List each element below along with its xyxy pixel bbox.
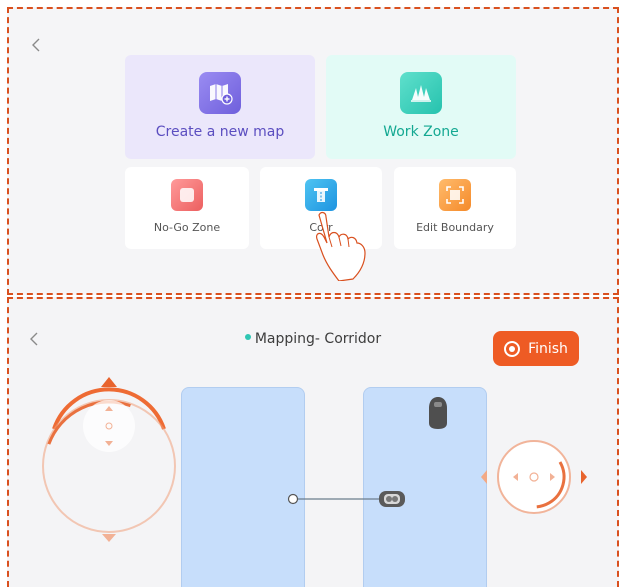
work-zone-label: Work Zone bbox=[383, 124, 459, 140]
back-button[interactable] bbox=[27, 35, 47, 55]
corridor-label: Corr bbox=[309, 221, 333, 234]
finish-button[interactable]: Finish bbox=[493, 331, 579, 366]
mower-robot-icon bbox=[379, 491, 405, 507]
work-zone-card[interactable]: Work Zone bbox=[326, 55, 516, 159]
chevron-left-icon bbox=[32, 38, 40, 52]
create-map-label: Create a new map bbox=[155, 124, 285, 140]
edit-boundary-card[interactable]: Edit Boundary bbox=[394, 167, 516, 249]
no-go-zone-card[interactable]: No-Go Zone bbox=[125, 167, 249, 249]
grass-icon bbox=[400, 72, 442, 114]
square-icon bbox=[171, 179, 203, 211]
movement-joystick[interactable] bbox=[39, 374, 179, 544]
rotation-joystick[interactable] bbox=[479, 437, 589, 517]
page-title-text: Mapping- Corridor bbox=[254, 331, 382, 347]
edit-boundary-label: Edit Boundary bbox=[416, 221, 494, 234]
boundary-frame-icon bbox=[439, 179, 471, 211]
map-menu-screen: Create a new map Work Zone No-Go Zone Co… bbox=[7, 7, 619, 295]
status-dot bbox=[244, 334, 251, 340]
corridor-path bbox=[287, 491, 405, 507]
corridor-card[interactable]: Corr bbox=[260, 167, 382, 249]
corridor-road-icon bbox=[305, 179, 337, 211]
mower-base-icon bbox=[429, 397, 447, 429]
map-add-icon bbox=[199, 72, 241, 114]
record-icon bbox=[504, 340, 521, 357]
mapping-corridor-screen: Mapping- Corridor Finish bbox=[7, 297, 619, 587]
create-map-card[interactable]: Create a new map bbox=[125, 55, 315, 159]
no-go-zone-label: No-Go Zone bbox=[153, 221, 221, 234]
finish-label: Finish bbox=[528, 340, 568, 357]
